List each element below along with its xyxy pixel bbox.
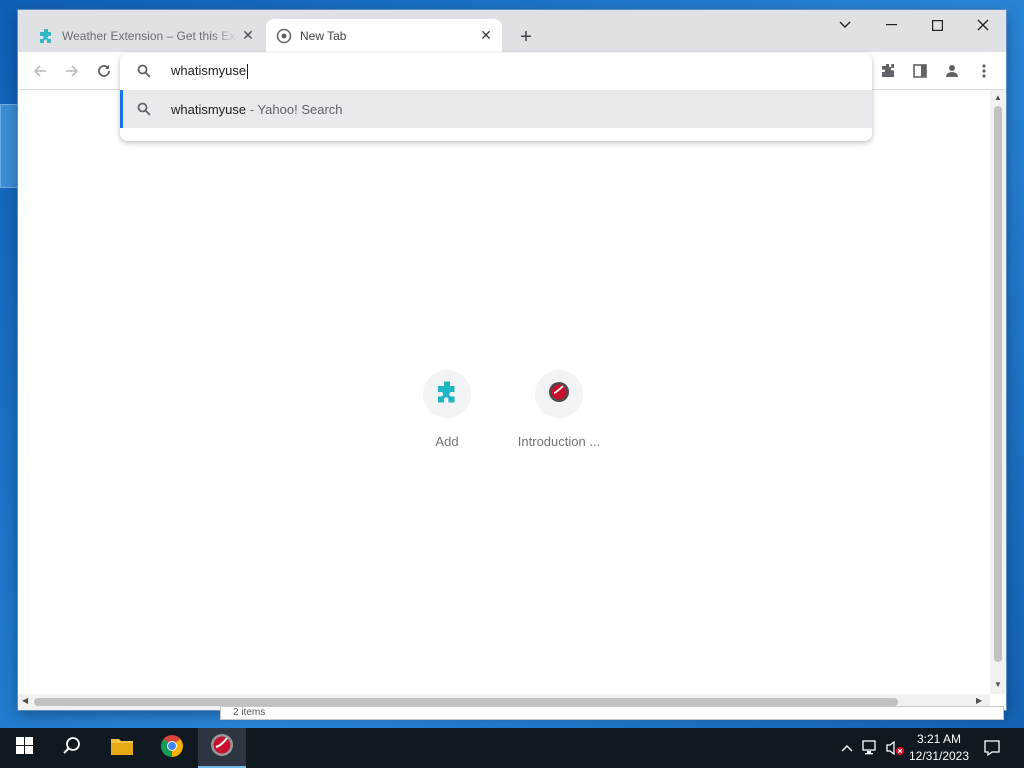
puzzle-icon <box>435 380 459 409</box>
shortcut-label: Introduction ... <box>517 434 601 449</box>
desktop-window-edge <box>0 104 18 188</box>
search-icon <box>136 63 152 79</box>
red-disc-icon <box>210 733 234 762</box>
new-tab-page: Add Introduction ... <box>18 90 990 694</box>
forward-icon[interactable] <box>60 59 84 83</box>
text-caret <box>247 64 249 80</box>
network-icon[interactable] <box>860 728 882 768</box>
scroll-left-icon[interactable]: ◀ <box>22 696 28 705</box>
search-button[interactable] <box>48 728 96 768</box>
profile-icon[interactable] <box>940 59 964 83</box>
back-icon[interactable] <box>28 59 52 83</box>
suggestion-separator: - <box>246 101 258 117</box>
shortcut-label: Add <box>435 434 459 449</box>
tab-title: New Tab <box>300 28 347 43</box>
status-text: 2 items <box>233 707 266 718</box>
suggestion-text: whatismyuse - Yahoo! Search <box>171 102 343 117</box>
close-tab-icon[interactable]: ✕ <box>238 26 258 46</box>
close-tab-icon[interactable]: ✕ <box>476 26 496 46</box>
clock-date: 12/31/2023 <box>908 749 970 763</box>
menu-icon[interactable] <box>972 59 996 83</box>
address-bar[interactable]: whatismyuse <box>120 53 872 89</box>
scroll-up-icon[interactable]: ▲ <box>994 93 1002 102</box>
new-tab-button[interactable]: + <box>514 25 538 49</box>
show-hidden-icons-icon[interactable] <box>838 728 856 768</box>
reload-icon[interactable] <box>92 59 116 83</box>
extensions-icon[interactable] <box>876 59 900 83</box>
red-disc-icon <box>547 380 571 409</box>
chrome-button[interactable] <box>148 728 196 768</box>
typed-text: whatismyuse <box>171 62 247 78</box>
scrollbar-thumb[interactable] <box>34 698 898 706</box>
file-explorer-button[interactable] <box>98 728 146 768</box>
tab-strip: Weather Extension – Get this Ex ✕ New Ta… <box>18 10 1006 52</box>
clock-time: 3:21 AM <box>916 732 962 746</box>
browser-window: Weather Extension – Get this Ex ✕ New Ta… <box>18 10 1006 710</box>
vertical-scrollbar[interactable]: ▲ ▼ <box>990 90 1006 694</box>
shortcut-introduction[interactable]: Introduction ... <box>503 370 615 449</box>
shortcut-tile <box>535 370 583 418</box>
scroll-down-icon[interactable]: ▼ <box>994 680 1002 689</box>
close-window-icon[interactable] <box>960 10 1006 40</box>
maximize-icon[interactable] <box>914 10 960 40</box>
tab-weather-extension[interactable]: Weather Extension – Get this Ex ✕ <box>28 19 264 52</box>
windows-logo-icon <box>15 737 33 759</box>
omnibox-dropdown: whatismyuse whatismyuse - Yahoo! Search <box>120 53 872 141</box>
shortcut-tile <box>423 370 471 418</box>
chrome-icon <box>160 734 184 763</box>
selection-indicator <box>120 90 123 128</box>
tab-new-tab[interactable]: New Tab ✕ <box>266 19 502 52</box>
folder-icon <box>110 736 134 761</box>
scroll-right-icon[interactable]: ▶ <box>976 696 982 705</box>
side-panel-icon[interactable] <box>908 59 932 83</box>
tab-title: Weather Extension – Get this Ex <box>62 28 236 43</box>
volume-muted-icon[interactable] <box>884 728 906 768</box>
scrollbar-thumb[interactable] <box>994 106 1002 662</box>
system-clock[interactable]: 3:21 AM 12/31/2023 <box>904 731 974 765</box>
suggestion-engine: Yahoo! Search <box>257 101 343 117</box>
suggestion-query: whatismyuse <box>171 101 247 117</box>
taskbar: 3:21 AM 12/31/2023 <box>0 728 1024 768</box>
shortcut-add[interactable]: Add <box>391 370 503 449</box>
suggestion-item[interactable]: whatismyuse - Yahoo! Search <box>120 90 872 128</box>
search-icon <box>62 736 82 761</box>
tab-search-icon[interactable] <box>822 10 868 40</box>
active-app-button[interactable] <box>198 728 246 768</box>
minimize-icon[interactable] <box>868 10 914 40</box>
address-input[interactable]: whatismyuse <box>171 62 249 80</box>
background-window-statusbar: 2 items <box>220 706 1004 720</box>
notifications-icon[interactable] <box>978 728 1006 768</box>
globe-icon <box>276 28 292 44</box>
search-icon <box>136 101 152 117</box>
start-button[interactable] <box>0 728 48 768</box>
puzzle-icon <box>38 28 54 44</box>
